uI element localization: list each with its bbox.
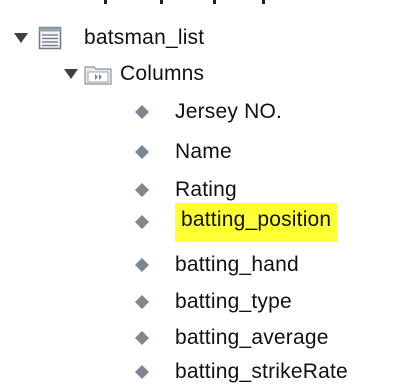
columns-folder-node[interactable]: Columns bbox=[64, 58, 204, 90]
column-label-highlighted: batting_position bbox=[175, 202, 338, 242]
column-item[interactable]: Rating bbox=[135, 174, 237, 206]
schema-tree: batsman_list Columns Jersey NO. Name Rat… bbox=[0, 0, 400, 390]
diamond-icon bbox=[135, 105, 149, 119]
column-label: Rating bbox=[175, 178, 237, 201]
table-node[interactable]: batsman_list bbox=[14, 22, 204, 54]
diamond-icon bbox=[135, 258, 149, 272]
diamond-icon bbox=[135, 145, 149, 159]
diamond-icon bbox=[135, 183, 149, 197]
column-item[interactable]: batting_hand bbox=[135, 249, 299, 281]
expand-triangle-icon[interactable] bbox=[64, 67, 78, 81]
column-label: batting_type bbox=[175, 290, 292, 313]
column-item[interactable]: Jersey NO. bbox=[135, 96, 282, 128]
diamond-icon bbox=[135, 331, 149, 345]
diamond-icon bbox=[135, 215, 149, 229]
column-item[interactable]: batting_average bbox=[135, 322, 329, 354]
column-item[interactable]: batting_strikeRate bbox=[135, 356, 348, 388]
column-label: Jersey NO. bbox=[175, 100, 283, 123]
table-label: batsman_list bbox=[84, 26, 205, 49]
previous-row-remnant bbox=[0, 0, 400, 6]
column-item-highlighted[interactable]: batting_position bbox=[135, 202, 338, 242]
column-label: batting_strikeRate bbox=[175, 360, 348, 383]
table-icon bbox=[38, 26, 62, 50]
folder-icon bbox=[84, 63, 112, 85]
column-label: batting_average bbox=[175, 326, 329, 349]
diamond-icon bbox=[135, 365, 149, 379]
column-label: batting_hand bbox=[175, 253, 299, 276]
column-item[interactable]: Name bbox=[135, 136, 232, 168]
diamond-icon bbox=[135, 295, 149, 309]
column-item[interactable]: batting_type bbox=[135, 286, 292, 318]
columns-folder-label: Columns bbox=[120, 62, 205, 85]
expand-triangle-icon[interactable] bbox=[14, 31, 28, 45]
column-label: Name bbox=[175, 140, 232, 163]
